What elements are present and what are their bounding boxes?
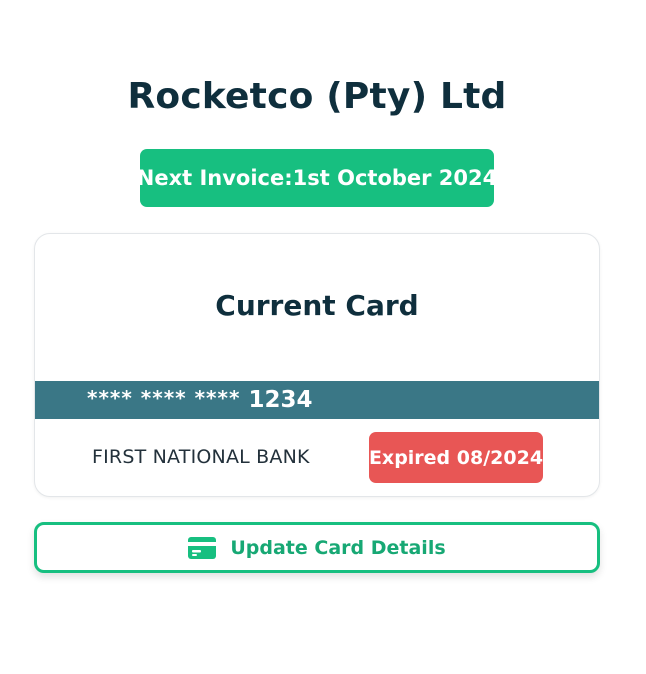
current-card-panel: Current Card **** **** **** 1234 FIRST N… [34,233,600,497]
update-card-details-label: Update Card Details [230,536,446,559]
card-title: Current Card [215,289,419,322]
next-invoice-badge: Next Invoice: 1st October 2024 [136,149,497,207]
next-invoice-label: Next Invoice: [136,166,293,190]
card-number-mask: **** **** **** [87,386,241,410]
card-number-last4: 1234 [248,387,313,413]
credit-card-icon [188,536,217,559]
bank-name: FIRST NATIONAL BANK [92,446,310,468]
update-card-details-button[interactable]: Update Card Details [34,522,600,573]
company-name: Rocketco (Pty) Ltd [127,76,507,117]
card-number-strip: **** **** **** 1234 [35,381,599,419]
next-invoice-date: 1st October 2024 [292,166,498,190]
card-status-badge: Expired 08/2024 [369,432,543,483]
